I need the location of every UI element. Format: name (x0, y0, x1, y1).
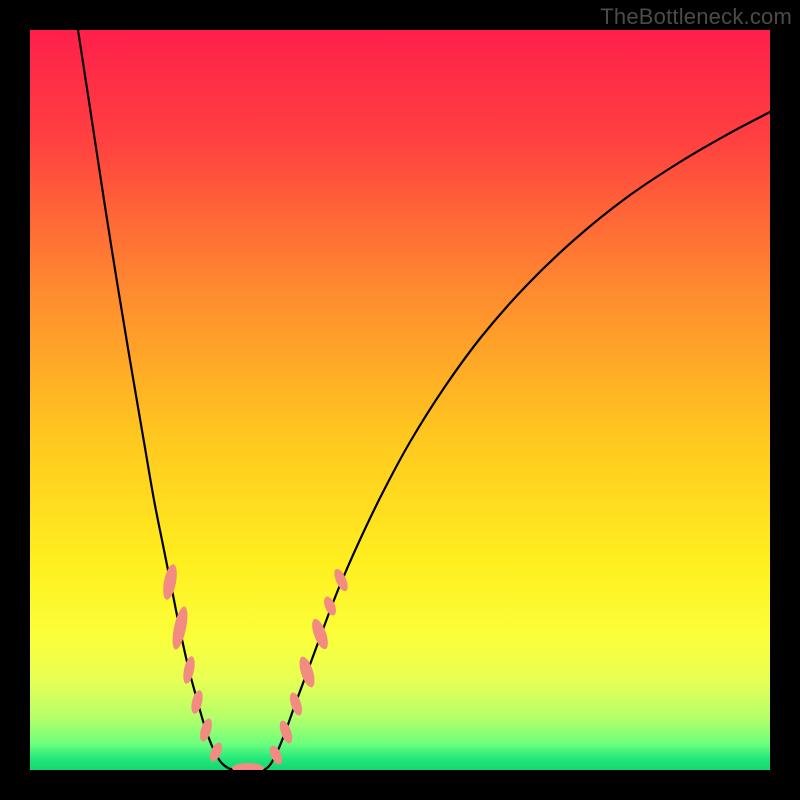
plot-area (30, 30, 770, 770)
watermark-text: TheBottleneck.com (600, 4, 792, 30)
chart-svg (30, 30, 770, 770)
gradient-background (30, 30, 770, 770)
chart-frame: TheBottleneck.com (0, 0, 800, 800)
